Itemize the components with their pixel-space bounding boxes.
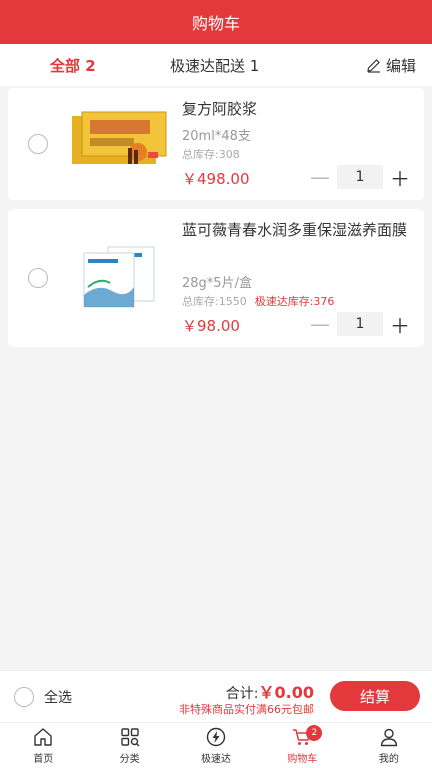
user-icon	[380, 728, 398, 747]
total-label: 合计:	[225, 686, 259, 702]
select-all-checkbox[interactable]	[14, 687, 34, 707]
total-stock: 总库存:1550	[182, 295, 247, 308]
tab-category[interactable]: 分类	[86, 723, 172, 768]
quantity-value[interactable]: 1	[337, 312, 383, 336]
tab-mine-label: 我的	[378, 754, 399, 765]
product-thumbnail-mask	[83, 246, 155, 308]
edit-icon	[367, 59, 380, 73]
tab-home[interactable]: 首页	[0, 723, 86, 768]
increase-button[interactable]: ＋	[386, 165, 414, 191]
decrease-button[interactable]: —	[306, 312, 334, 336]
cart-tabs: 全部 2 极速达配送 1 编辑	[0, 44, 432, 86]
total-price: 合计:￥0.00	[226, 679, 314, 703]
product-spec: 28g*5片/盒	[182, 276, 252, 291]
tab-cart[interactable]: 2 购物车	[259, 723, 345, 768]
tab-all[interactable]: 全部 2	[50, 55, 96, 76]
bottom-tab-bar: 首页 分类 极速达 2 购物车 我的	[0, 722, 432, 768]
item-checkbox[interactable]	[28, 268, 48, 288]
tab-fast-label: 极速达	[201, 754, 232, 765]
product-name[interactable]: 复方阿胶浆	[182, 96, 257, 122]
edit-label: 编辑	[385, 56, 416, 75]
item-checkbox[interactable]	[28, 134, 48, 154]
total-stock: 总库存:308	[182, 148, 240, 161]
checkout-button[interactable]: 结算	[330, 681, 420, 711]
cart-item: 复方阿胶浆 20ml*48支 总库存:308 ￥498.00 — 1 ＋	[8, 88, 424, 200]
cart-badge: 2	[306, 725, 323, 741]
tab-fast-delivery[interactable]: 极速达配送 1	[170, 55, 259, 76]
fast-stock: 极速达库存:376	[254, 295, 335, 308]
product-spec: 20ml*48支	[182, 129, 251, 144]
quantity-stepper: — 1 ＋	[306, 312, 414, 338]
tab-home-label: 首页	[33, 754, 54, 765]
select-all-label: 全选	[44, 690, 72, 706]
category-icon	[120, 728, 140, 747]
quantity-value[interactable]: 1	[337, 165, 383, 189]
product-stock: 总库存:1550 极速达库存:376	[182, 293, 334, 309]
select-all[interactable]: 全选	[14, 687, 72, 707]
product-price: ￥98.00	[182, 317, 240, 335]
product-stock: 总库存:308	[182, 146, 240, 162]
product-name[interactable]: 蓝可薇青春水润多重保湿滋养面膜	[182, 217, 418, 243]
quantity-stepper: — 1 ＋	[306, 165, 414, 191]
decrease-button[interactable]: —	[306, 165, 334, 189]
total-amount: ￥0.00	[258, 683, 314, 702]
tab-fast-delivery[interactable]: 极速达	[173, 723, 259, 768]
tab-cart-label: 购物车	[287, 754, 318, 765]
product-image[interactable]	[82, 243, 162, 313]
title-bar: 购物车	[0, 0, 432, 44]
product-thumbnail-ejiao	[72, 111, 167, 164]
edit-button[interactable]: 编辑	[366, 55, 416, 76]
home-icon	[34, 728, 52, 746]
tab-mine[interactable]: 我的	[346, 723, 432, 768]
product-price: ￥498.00	[182, 170, 250, 188]
product-image[interactable]	[68, 108, 168, 174]
shipping-note: 非特殊商品实付满66元包邮	[179, 703, 314, 716]
cart-item: 蓝可薇青春水润多重保湿滋养面膜 28g*5片/盒 总库存:1550 极速达库存:3…	[8, 209, 424, 347]
lightning-icon	[206, 727, 226, 747]
checkout-bar: 全选 合计:￥0.00 非特殊商品实付满66元包邮 结算	[0, 670, 432, 722]
increase-button[interactable]: ＋	[386, 312, 414, 338]
page-title: 购物车	[191, 14, 240, 33]
tab-category-label: 分类	[119, 754, 140, 765]
